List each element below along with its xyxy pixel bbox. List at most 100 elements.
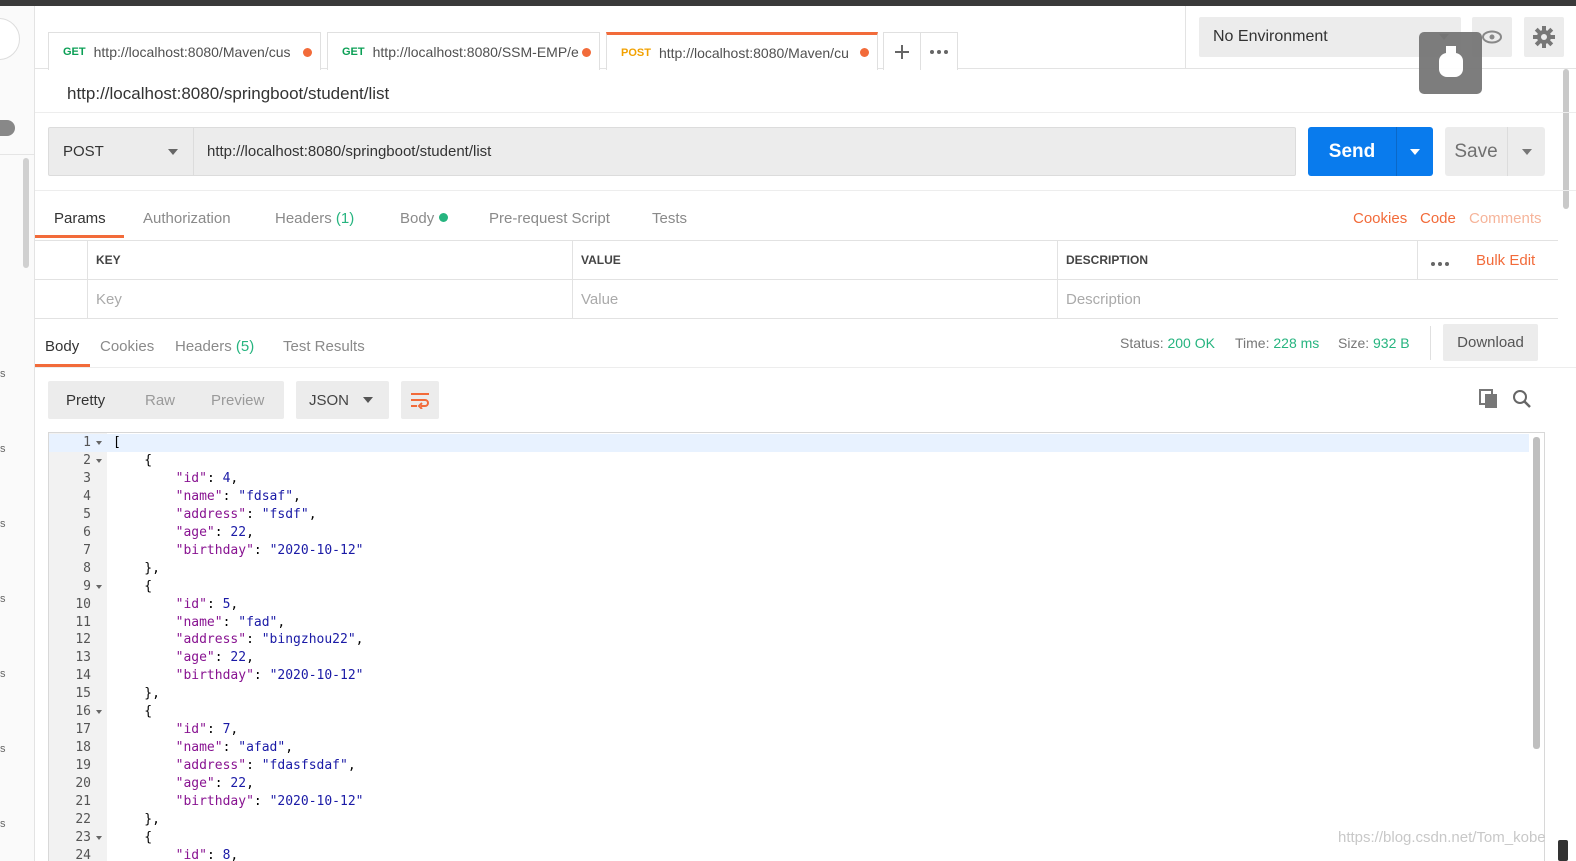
- fold-arrow-icon[interactable]: [96, 710, 102, 715]
- params-row: Key Value Description: [35, 280, 1558, 319]
- line-number: 7: [83, 542, 91, 558]
- gear-icon: [1533, 26, 1555, 48]
- response-tab-body[interactable]: Body: [45, 338, 79, 355]
- code-line: 18 "name": "afad",: [49, 739, 1529, 757]
- response-body-editor[interactable]: 1[2 {3 "id": 4, 4 "name": "fdsaf", 5 "addr…: [48, 432, 1545, 861]
- sidebar-item-fragment[interactable]: s: [0, 443, 6, 455]
- new-tab-button[interactable]: [883, 32, 921, 70]
- comments-link[interactable]: Comments: [1469, 210, 1542, 227]
- response-headers-count: (5): [235, 338, 255, 355]
- code-text: "address": "fdasfsdaf",: [175, 758, 356, 774]
- tab-options-button[interactable]: [920, 32, 958, 70]
- code-text: "birthday": "2020-10-12": [175, 668, 364, 684]
- sidebar-toggle[interactable]: [0, 120, 15, 136]
- code-text: "name": "afad",: [175, 740, 294, 756]
- send-button[interactable]: Send: [1308, 127, 1396, 176]
- key-placeholder: Key: [96, 290, 122, 308]
- code-text: "address": "bingzhou22",: [175, 632, 364, 648]
- wrap-lines-button[interactable]: [401, 381, 439, 419]
- response-tab-cookies[interactable]: Cookies: [100, 338, 154, 355]
- eye-icon: [1482, 30, 1502, 44]
- send-options-button[interactable]: [1396, 127, 1433, 176]
- response-tab-headers[interactable]: Headers (5): [175, 338, 254, 355]
- value-input[interactable]: Value: [572, 280, 1057, 318]
- cookies-link[interactable]: Cookies: [1353, 210, 1407, 227]
- fold-arrow-icon[interactable]: [96, 441, 102, 445]
- tab-params[interactable]: Params: [54, 210, 106, 227]
- tab-body[interactable]: Body: [400, 210, 449, 227]
- row-checkbox-cell[interactable]: [35, 280, 87, 318]
- line-number: 15: [75, 686, 91, 702]
- key-input[interactable]: Key: [87, 280, 572, 318]
- fold-arrow-icon[interactable]: [96, 458, 102, 463]
- line-number: 13: [75, 650, 91, 666]
- tab-method: POST: [621, 46, 651, 59]
- line-number: 14: [75, 668, 91, 684]
- description-input[interactable]: Description: [1057, 280, 1558, 318]
- environment-label: No Environment: [1213, 28, 1328, 45]
- line-number: 11: [75, 614, 91, 630]
- request-tab-active[interactable]: POST http://localhost:8080/Maven/cu: [606, 32, 878, 70]
- settings-button[interactable]: [1524, 17, 1564, 57]
- time-label: Time:: [1235, 335, 1270, 351]
- code-text: "age": 22,: [175, 650, 254, 666]
- sidebar-item-fragment[interactable]: s: [0, 668, 6, 680]
- code-text: },: [113, 811, 160, 827]
- value-placeholder: Value: [581, 290, 619, 308]
- chevron-down-icon: [363, 397, 373, 403]
- unsaved-dot-icon: [303, 48, 312, 57]
- format-select[interactable]: JSON: [296, 381, 389, 419]
- download-button[interactable]: Download: [1443, 324, 1538, 361]
- tab-headers[interactable]: Headers (1): [275, 210, 354, 227]
- code-line: 2 {: [49, 452, 1529, 470]
- size-value: 932 B: [1373, 335, 1410, 351]
- url-input[interactable]: [193, 127, 1296, 176]
- request-tab[interactable]: GET http://localhost:8080/Maven/cus: [48, 32, 321, 70]
- chevron-down-icon: [1410, 148, 1420, 155]
- divider: [35, 112, 1576, 113]
- code-line: 14 "birthday": "2020-10-12": [49, 667, 1529, 685]
- tab-authorization[interactable]: Authorization: [143, 210, 231, 227]
- save-options-button[interactable]: [1507, 127, 1545, 176]
- code-line: 20 "age": 22,: [49, 775, 1529, 793]
- raw-button[interactable]: Raw: [145, 381, 175, 419]
- code-line: 8 },: [49, 560, 1529, 578]
- code-text: "id": 4,: [175, 470, 239, 486]
- sidebar-item-fragment[interactable]: s: [0, 518, 6, 530]
- column-options-button[interactable]: [1430, 254, 1450, 270]
- code-text: {: [113, 829, 153, 845]
- code-line: 13 "age": 22,: [49, 649, 1529, 667]
- save-button[interactable]: Save: [1445, 127, 1507, 176]
- sidebar-item-fragment[interactable]: s: [0, 743, 6, 755]
- method-select[interactable]: POST: [48, 127, 193, 176]
- sidebar-item-fragment[interactable]: s: [0, 593, 6, 605]
- code-line: 19 "address": "fdasfsdaf",: [49, 757, 1529, 775]
- editor-scrollbar[interactable]: [1533, 437, 1540, 749]
- code-link[interactable]: Code: [1420, 210, 1456, 227]
- line-number: 12: [75, 632, 91, 648]
- sidebar-item-fragment[interactable]: s: [0, 368, 6, 380]
- page-scrollbar[interactable]: [1563, 69, 1569, 209]
- sidebar-circle-button[interactable]: [0, 18, 20, 60]
- code-text: {: [113, 578, 153, 594]
- response-tab-test-results[interactable]: Test Results: [283, 338, 365, 355]
- status-value: 200 OK: [1167, 335, 1215, 351]
- bulk-edit-link[interactable]: Bulk Edit: [1476, 252, 1535, 269]
- sidebar: s s s s s s s: [0, 6, 35, 861]
- fold-arrow-icon[interactable]: [96, 584, 102, 589]
- corner-widget: [1558, 840, 1568, 861]
- code-text: [: [113, 435, 121, 450]
- sidebar-item-fragment[interactable]: s: [0, 818, 6, 830]
- line-number: 24: [75, 847, 91, 861]
- tab-pre-request-script[interactable]: Pre-request Script: [489, 210, 610, 227]
- pretty-button[interactable]: Pretty: [66, 381, 105, 419]
- request-tab[interactable]: GET http://localhost:8080/SSM-EMP/e: [327, 32, 600, 70]
- code-text: "id": 7,: [175, 722, 239, 738]
- fold-arrow-icon[interactable]: [96, 835, 102, 840]
- sidebar-scrollbar[interactable]: [23, 158, 29, 268]
- tab-tests[interactable]: Tests: [652, 210, 687, 227]
- search-icon[interactable]: [1512, 389, 1532, 412]
- copy-icon[interactable]: [1479, 389, 1499, 412]
- tab-url: http://localhost:8080/SSM-EMP/e: [372, 43, 579, 60]
- preview-button[interactable]: Preview: [211, 381, 264, 419]
